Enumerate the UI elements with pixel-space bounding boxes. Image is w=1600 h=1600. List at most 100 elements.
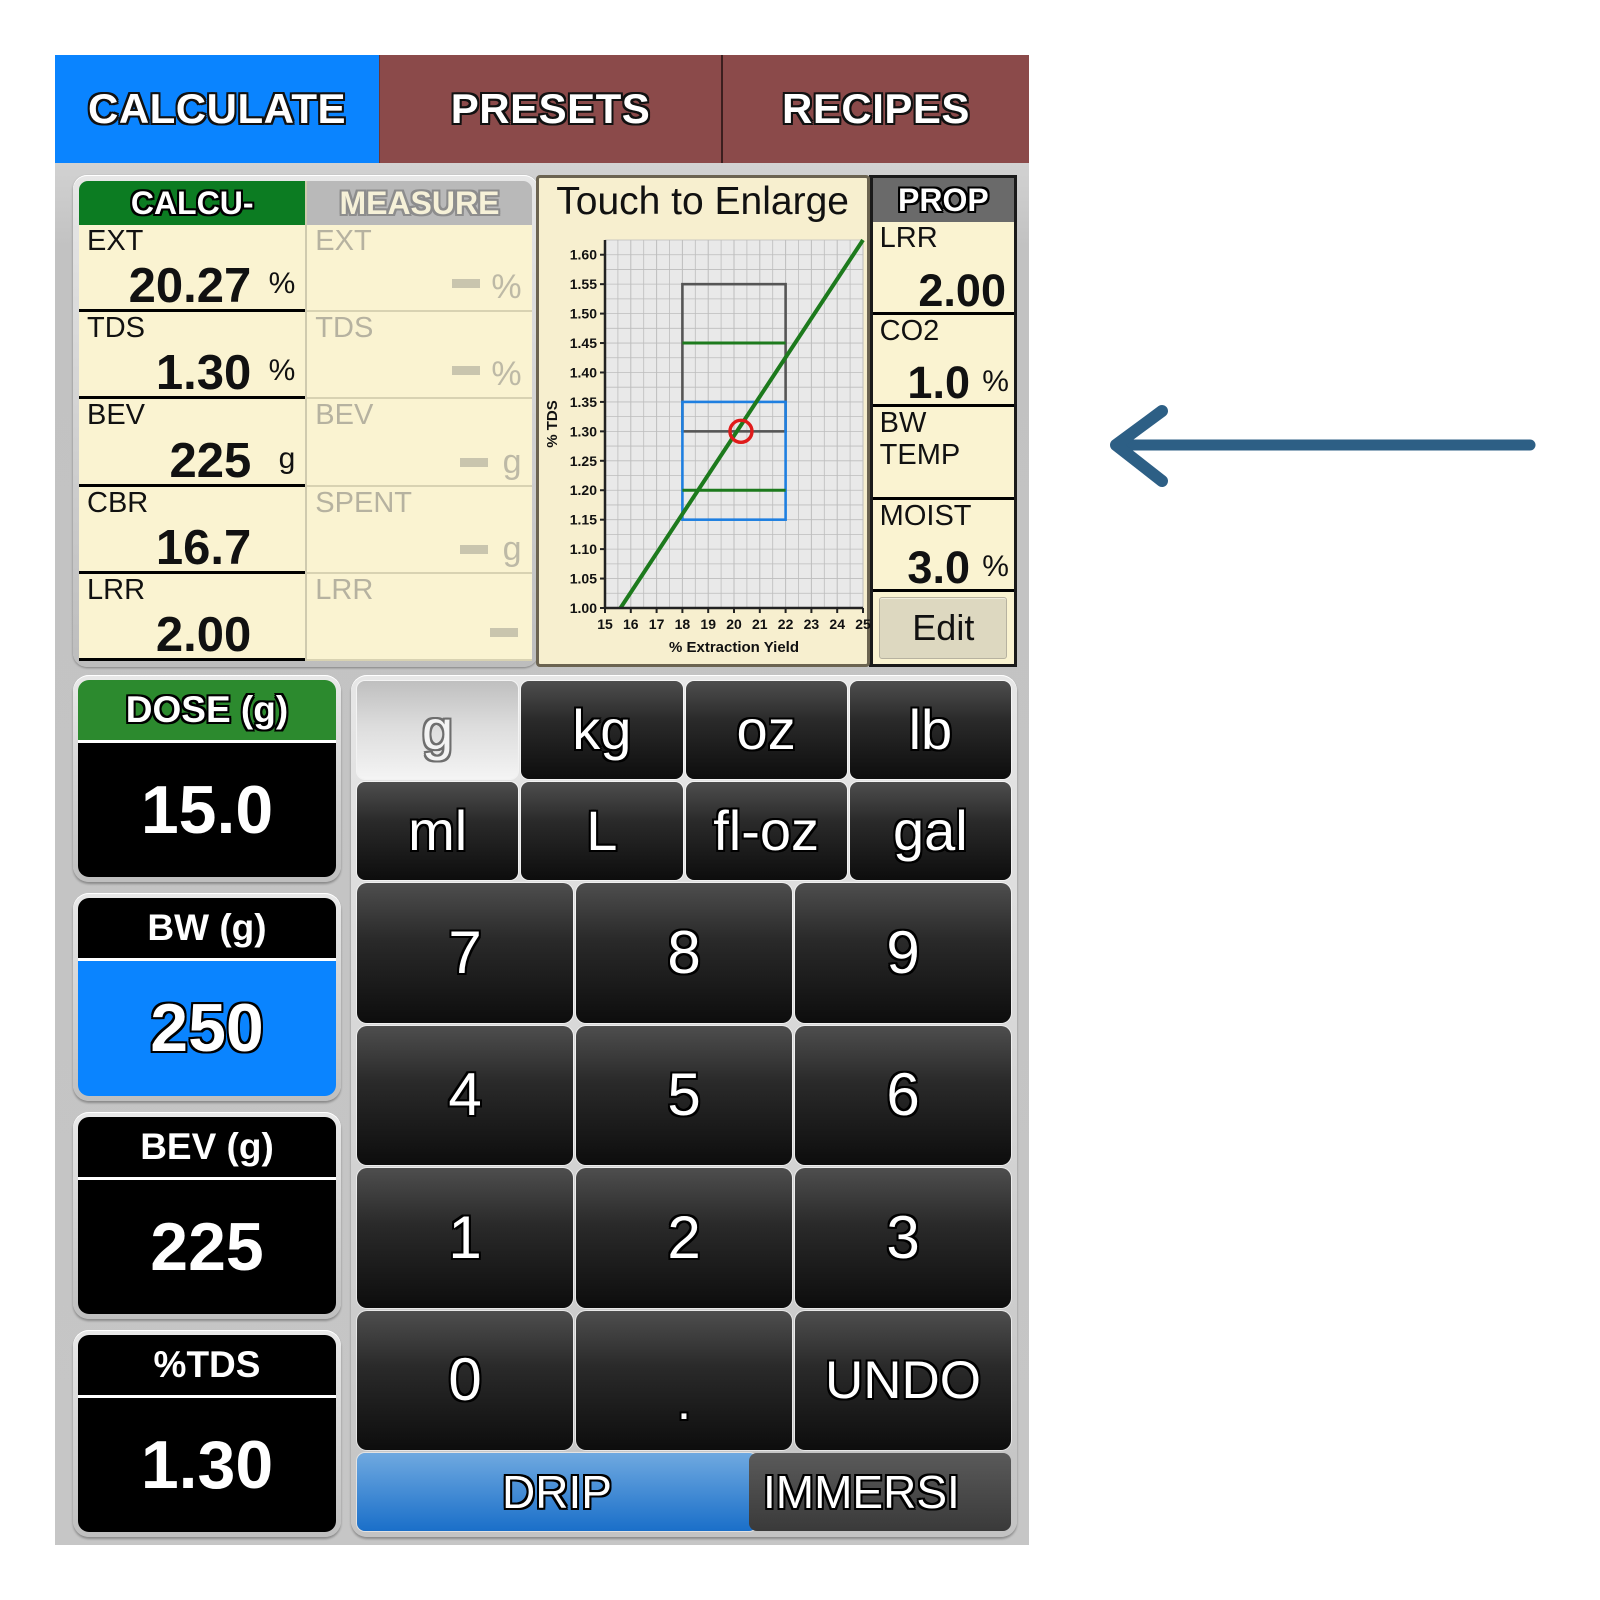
digit-button-8[interactable]: 8 bbox=[576, 883, 792, 1023]
prop-row-moist-label: MOIST bbox=[879, 499, 972, 532]
svg-text:1.55: 1.55 bbox=[569, 276, 596, 292]
prop-row-bw-temp-label2: TEMP bbox=[879, 439, 961, 471]
stat-tds-value[interactable]: 1.30 bbox=[78, 1394, 336, 1532]
calculated-measured-table: CALCU- EXT 20.27 % TDS 1.30 % BEV 225 g … bbox=[73, 175, 538, 667]
unit-button-kg[interactable]: kg bbox=[521, 681, 683, 779]
digit-button-5[interactable]: 5 bbox=[576, 1025, 792, 1165]
svg-text:% Extraction Yield: % Extraction Yield bbox=[669, 639, 799, 656]
svg-text:1.00: 1.00 bbox=[569, 600, 596, 616]
stat-bev-label[interactable]: BEV (g) bbox=[78, 1116, 336, 1177]
measure-row-bev-unit: g bbox=[502, 442, 522, 481]
measure-row-tds[interactable]: TDS % bbox=[307, 312, 532, 400]
tab-presets[interactable]: PRESETS bbox=[380, 55, 723, 163]
digit-button-6[interactable]: 6 bbox=[795, 1025, 1011, 1165]
calc-row-cbr-value: 16.7 bbox=[155, 520, 252, 574]
svg-text:1.10: 1.10 bbox=[569, 541, 596, 557]
prop-row-moist[interactable]: MOIST 3.0 % bbox=[872, 499, 1014, 592]
top-tab-bar: CALCULATE PRESETS RECIPES bbox=[55, 55, 1029, 163]
calc-row-tds-unit: % bbox=[268, 354, 296, 388]
svg-text:18: 18 bbox=[674, 616, 690, 632]
tab-calculate-label: CALCULATE bbox=[87, 85, 347, 132]
calc-row-lrr[interactable]: LRR 2.00 bbox=[79, 573, 306, 662]
prop-row-lrr[interactable]: LRR 2.00 bbox=[872, 222, 1014, 315]
calc-row-bev-unit: g bbox=[278, 441, 296, 475]
unit-button-ml[interactable]: ml bbox=[357, 782, 519, 880]
stat-bw-value[interactable]: 250 bbox=[78, 958, 336, 1096]
brew-control-chart-svg: 1.00 1.05 1.10 1.15 1.20 1.25 1.30 1.35 1.40 1.45… bbox=[544, 238, 871, 656]
digit-button-9[interactable]: 9 bbox=[795, 883, 1011, 1023]
measure-row-lrr[interactable]: LRR bbox=[307, 573, 532, 662]
tab-calculate[interactable]: CALCULATE bbox=[55, 55, 380, 163]
brew-control-chart[interactable]: 1.00 1.05 1.10 1.15 1.20 1.25 1.30 1.35 1.40 1.45… bbox=[539, 230, 871, 660]
digit-button-2[interactable]: 2 bbox=[576, 1168, 792, 1308]
stat-dose[interactable]: DOSE (g) 15.0 bbox=[73, 675, 341, 883]
digit-button-1[interactable]: 1 bbox=[357, 1168, 573, 1308]
calc-row-ext[interactable]: EXT 20.27 % bbox=[79, 225, 306, 313]
annotation-arrow bbox=[1110, 405, 1536, 487]
calc-row-cbr[interactable]: CBR 16.7 bbox=[79, 486, 306, 574]
brew-method-immersion-button[interactable]: IMMERSI bbox=[749, 1453, 1011, 1531]
prop-row-lrr-value: 2.00 bbox=[918, 264, 1006, 315]
stat-bw-label[interactable]: BW (g) bbox=[78, 898, 336, 959]
prop-row-co2[interactable]: CO2 1.0 % bbox=[872, 314, 1014, 407]
stat-bev[interactable]: BEV (g) 225 bbox=[73, 1111, 341, 1319]
stat-tds[interactable]: %TDS 1.30 bbox=[73, 1329, 341, 1537]
measure-row-ext-label: EXT bbox=[315, 225, 372, 257]
digit-button-3[interactable]: 3 bbox=[795, 1168, 1011, 1308]
svg-text:% TDS: % TDS bbox=[544, 400, 561, 448]
digit-button-7[interactable]: 7 bbox=[357, 883, 573, 1023]
stat-bw[interactable]: BW (g) 250 bbox=[73, 893, 341, 1101]
calc-row-tds[interactable]: TDS 1.30 % bbox=[79, 312, 306, 400]
calculated-column: CALCU- EXT 20.27 % TDS 1.30 % BEV 225 g … bbox=[79, 181, 306, 662]
unit-button-gal[interactable]: gal bbox=[849, 782, 1011, 880]
brew-control-chart-panel[interactable]: Touch to Enlarge 1.00 1.05 1.10 1.15 1.20 1.2… bbox=[535, 175, 871, 667]
unit-button-l[interactable]: L bbox=[521, 782, 683, 880]
tab-recipes[interactable]: RECIPES bbox=[723, 55, 1029, 163]
properties-panel-header[interactable]: PROP bbox=[872, 178, 1014, 222]
calculated-column-header[interactable]: CALCU- bbox=[79, 181, 306, 225]
main-body: CALCU- EXT 20.27 % TDS 1.30 % BEV 225 g … bbox=[55, 163, 1029, 1545]
measure-row-ext[interactable]: EXT % bbox=[307, 225, 532, 313]
calc-row-tds-label: TDS bbox=[87, 312, 145, 345]
measure-row-tds-label: TDS bbox=[315, 312, 374, 345]
svg-text:20: 20 bbox=[726, 616, 742, 632]
measured-column-header[interactable]: MEASURE bbox=[307, 181, 532, 225]
svg-text:1.35: 1.35 bbox=[569, 394, 596, 410]
unit-button-lb[interactable]: lb bbox=[849, 681, 1011, 779]
decimal-point-button[interactable]: . bbox=[576, 1310, 792, 1450]
measure-row-lrr-empty-dash bbox=[489, 628, 518, 638]
svg-text:25: 25 bbox=[855, 616, 871, 632]
svg-text:1.45: 1.45 bbox=[569, 335, 596, 351]
measure-row-bev-label: BEV bbox=[315, 399, 374, 432]
stat-stack: DOSE (g) 15.0 BW (g) 250 BEV (g) 225 %TD… bbox=[73, 675, 341, 1537]
unit-button-fl-oz[interactable]: fl-oz bbox=[685, 782, 847, 880]
prop-row-co2-value: 1.0 bbox=[907, 357, 970, 407]
brew-method-drip-button[interactable]: DRIP bbox=[357, 1453, 757, 1531]
digit-button-0[interactable]: 0 bbox=[357, 1310, 573, 1450]
measure-row-spent[interactable]: SPENT g bbox=[307, 486, 532, 574]
svg-text:1.40: 1.40 bbox=[569, 364, 596, 380]
measure-row-lrr-label: LRR bbox=[315, 573, 374, 606]
undo-button[interactable]: UNDO bbox=[795, 1310, 1011, 1450]
svg-text:1.05: 1.05 bbox=[569, 571, 596, 587]
svg-text:1.30: 1.30 bbox=[569, 423, 596, 439]
measure-row-bev-empty-dash bbox=[459, 457, 488, 467]
measure-row-tds-empty-dash bbox=[451, 366, 480, 376]
stat-bev-value[interactable]: 225 bbox=[78, 1176, 336, 1314]
svg-text:1.25: 1.25 bbox=[569, 453, 596, 469]
stat-dose-label[interactable]: DOSE (g) bbox=[78, 680, 336, 740]
calc-row-tds-value: 1.30 bbox=[155, 346, 252, 400]
unit-button-g[interactable]: g bbox=[357, 681, 519, 779]
digit-row-789: 7 8 9 bbox=[357, 883, 1011, 1023]
measure-row-tds-unit: % bbox=[491, 355, 522, 394]
unit-button-oz[interactable]: oz bbox=[685, 681, 847, 779]
measure-row-bev[interactable]: BEV g bbox=[307, 399, 532, 487]
stat-dose-value[interactable]: 15.0 bbox=[78, 740, 336, 878]
edit-properties-button[interactable]: Edit bbox=[879, 597, 1008, 659]
stat-tds-label[interactable]: %TDS bbox=[78, 1334, 336, 1395]
svg-text:22: 22 bbox=[777, 616, 793, 632]
digit-button-4[interactable]: 4 bbox=[357, 1025, 573, 1165]
calc-row-bev[interactable]: BEV 225 g bbox=[79, 399, 306, 487]
svg-text:1.60: 1.60 bbox=[569, 247, 596, 263]
prop-row-bw-temp[interactable]: BW TEMP bbox=[872, 407, 1014, 500]
